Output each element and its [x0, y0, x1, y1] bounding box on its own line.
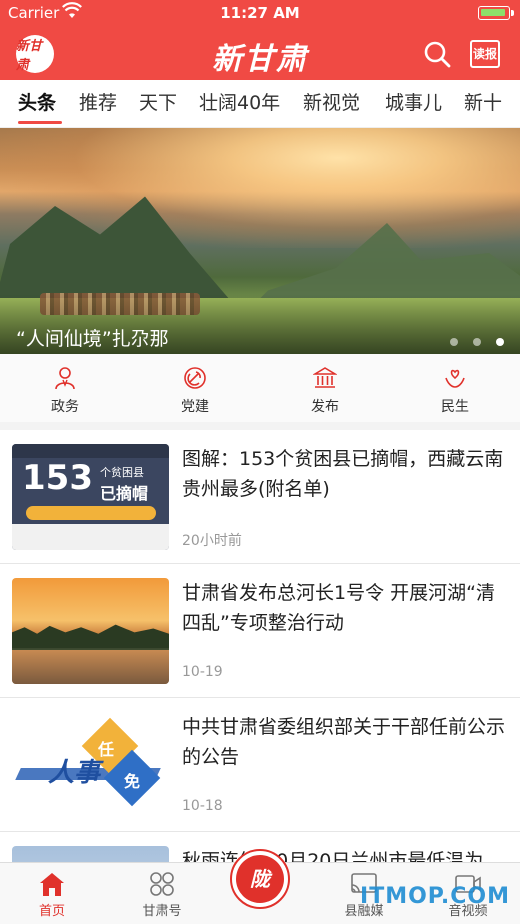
thumb-bar: [26, 506, 156, 520]
nav-label: 甘肃号: [142, 904, 182, 919]
tab-overflow[interactable]: 新十: [464, 88, 502, 115]
news-title: 中共甘肃省委组织部关于干部任前公示的公告: [182, 716, 506, 768]
site-watermark: ITMOP.COM: [360, 884, 510, 909]
heart-hand-icon: [445, 369, 465, 388]
active-tab-indicator: [18, 121, 62, 124]
thumb-band: [12, 444, 169, 458]
thumb-label: 个贫困县: [100, 466, 144, 479]
read-paper-button[interactable]: 读报: [470, 40, 500, 68]
category-party[interactable]: 党建: [155, 366, 235, 416]
news-thumbnail: [12, 578, 169, 684]
category-government[interactable]: 政务: [25, 366, 105, 416]
tab-40-years[interactable]: 壮阔40年: [199, 88, 280, 115]
news-item[interactable]: 人事 任 免 中共甘肃省委组织部关于干部任前公示的公告 10-18: [0, 698, 520, 832]
nav-gansu-hao[interactable]: 甘肃号: [122, 871, 202, 919]
person-icon: [55, 367, 75, 390]
center-logo-button[interactable]: 陇: [230, 849, 290, 909]
news-item[interactable]: 甘肃省发布总河长1号令 开展河湖“清四乱”专项整治行动 10-19: [0, 564, 520, 698]
tab-new-vision[interactable]: 新视觉: [303, 88, 360, 115]
carousel-dots: [440, 331, 504, 350]
party-emblem-icon: [184, 367, 206, 389]
channel-tabs: 头条 推荐 天下 壮阔40年 新视觉 城事儿 新十: [0, 80, 520, 128]
grid-icon: [150, 872, 174, 896]
search-icon[interactable]: [423, 40, 451, 68]
app-screen: Carrier 11:27 AM 新甘肃 新甘肃 读报 头条 推荐 天下 壮阔4…: [0, 0, 520, 924]
carousel-dot-active[interactable]: [496, 338, 504, 346]
thumb-word: 人事: [48, 758, 101, 788]
hero-banner[interactable]: “人间仙境”扎尕那: [0, 128, 520, 354]
nav-label: 首页: [38, 904, 65, 919]
category-release[interactable]: 发布: [285, 366, 365, 416]
thumb-label: 已摘帽: [100, 484, 149, 503]
brand-title: 新甘肃: [212, 42, 308, 77]
news-thumbnail: 人事 任 免: [12, 712, 169, 818]
center-logo-icon: 陇: [236, 855, 284, 903]
news-title: 图解：153个贫困县已摘帽，西藏云南贵州最多(附名单): [182, 448, 504, 500]
news-item[interactable]: 153 个贫困县 已摘帽 图解：153个贫困县已摘帽，西藏云南贵州最多(附名单)…: [0, 430, 520, 564]
brand-logo-icon[interactable]: 新甘肃: [16, 35, 54, 73]
thumb-trees: [12, 624, 169, 648]
thumb-number: 153: [22, 458, 93, 498]
tab-world[interactable]: 天下: [139, 88, 177, 115]
top-header: Carrier 11:27 AM 新甘肃 新甘肃 读报: [0, 0, 520, 80]
category-label: 发布: [311, 399, 339, 415]
news-time: 10-18: [182, 798, 223, 814]
thumb-word: 免: [124, 772, 141, 791]
thumb-word: 任: [98, 740, 115, 759]
status-bar: Carrier 11:27 AM: [0, 0, 520, 26]
category-label: 政务: [51, 399, 79, 415]
carousel-dot[interactable]: [472, 338, 481, 346]
tab-recommend[interactable]: 推荐: [79, 88, 117, 115]
battery-cap: [511, 10, 514, 16]
news-title: 甘肃省发布总河长1号令 开展河湖“清四乱”专项整治行动: [182, 582, 495, 634]
tab-city-stories[interactable]: 城事儿: [385, 88, 442, 115]
battery-icon: [478, 6, 510, 20]
carousel-dot[interactable]: [449, 338, 458, 346]
thumb-footer: [12, 524, 169, 550]
thumb-water: [12, 650, 169, 684]
nav-home[interactable]: 首页: [12, 871, 92, 919]
building-icon: [313, 367, 337, 388]
clock: 11:27 AM: [220, 4, 300, 22]
category-label: 民生: [441, 399, 469, 415]
category-livelihood[interactable]: 民生: [415, 366, 495, 416]
news-thumbnail: 153 个贫困县 已摘帽: [12, 444, 169, 550]
hero-caption: “人间仙境”扎尕那: [16, 328, 169, 350]
news-time: 10-19: [182, 664, 223, 680]
home-icon: [40, 873, 64, 896]
category-row: 政务 党建 发布 民生: [0, 354, 520, 430]
news-time: 20小时前: [182, 533, 242, 549]
category-label: 党建: [181, 399, 209, 415]
tab-headline[interactable]: 头条: [18, 88, 56, 115]
